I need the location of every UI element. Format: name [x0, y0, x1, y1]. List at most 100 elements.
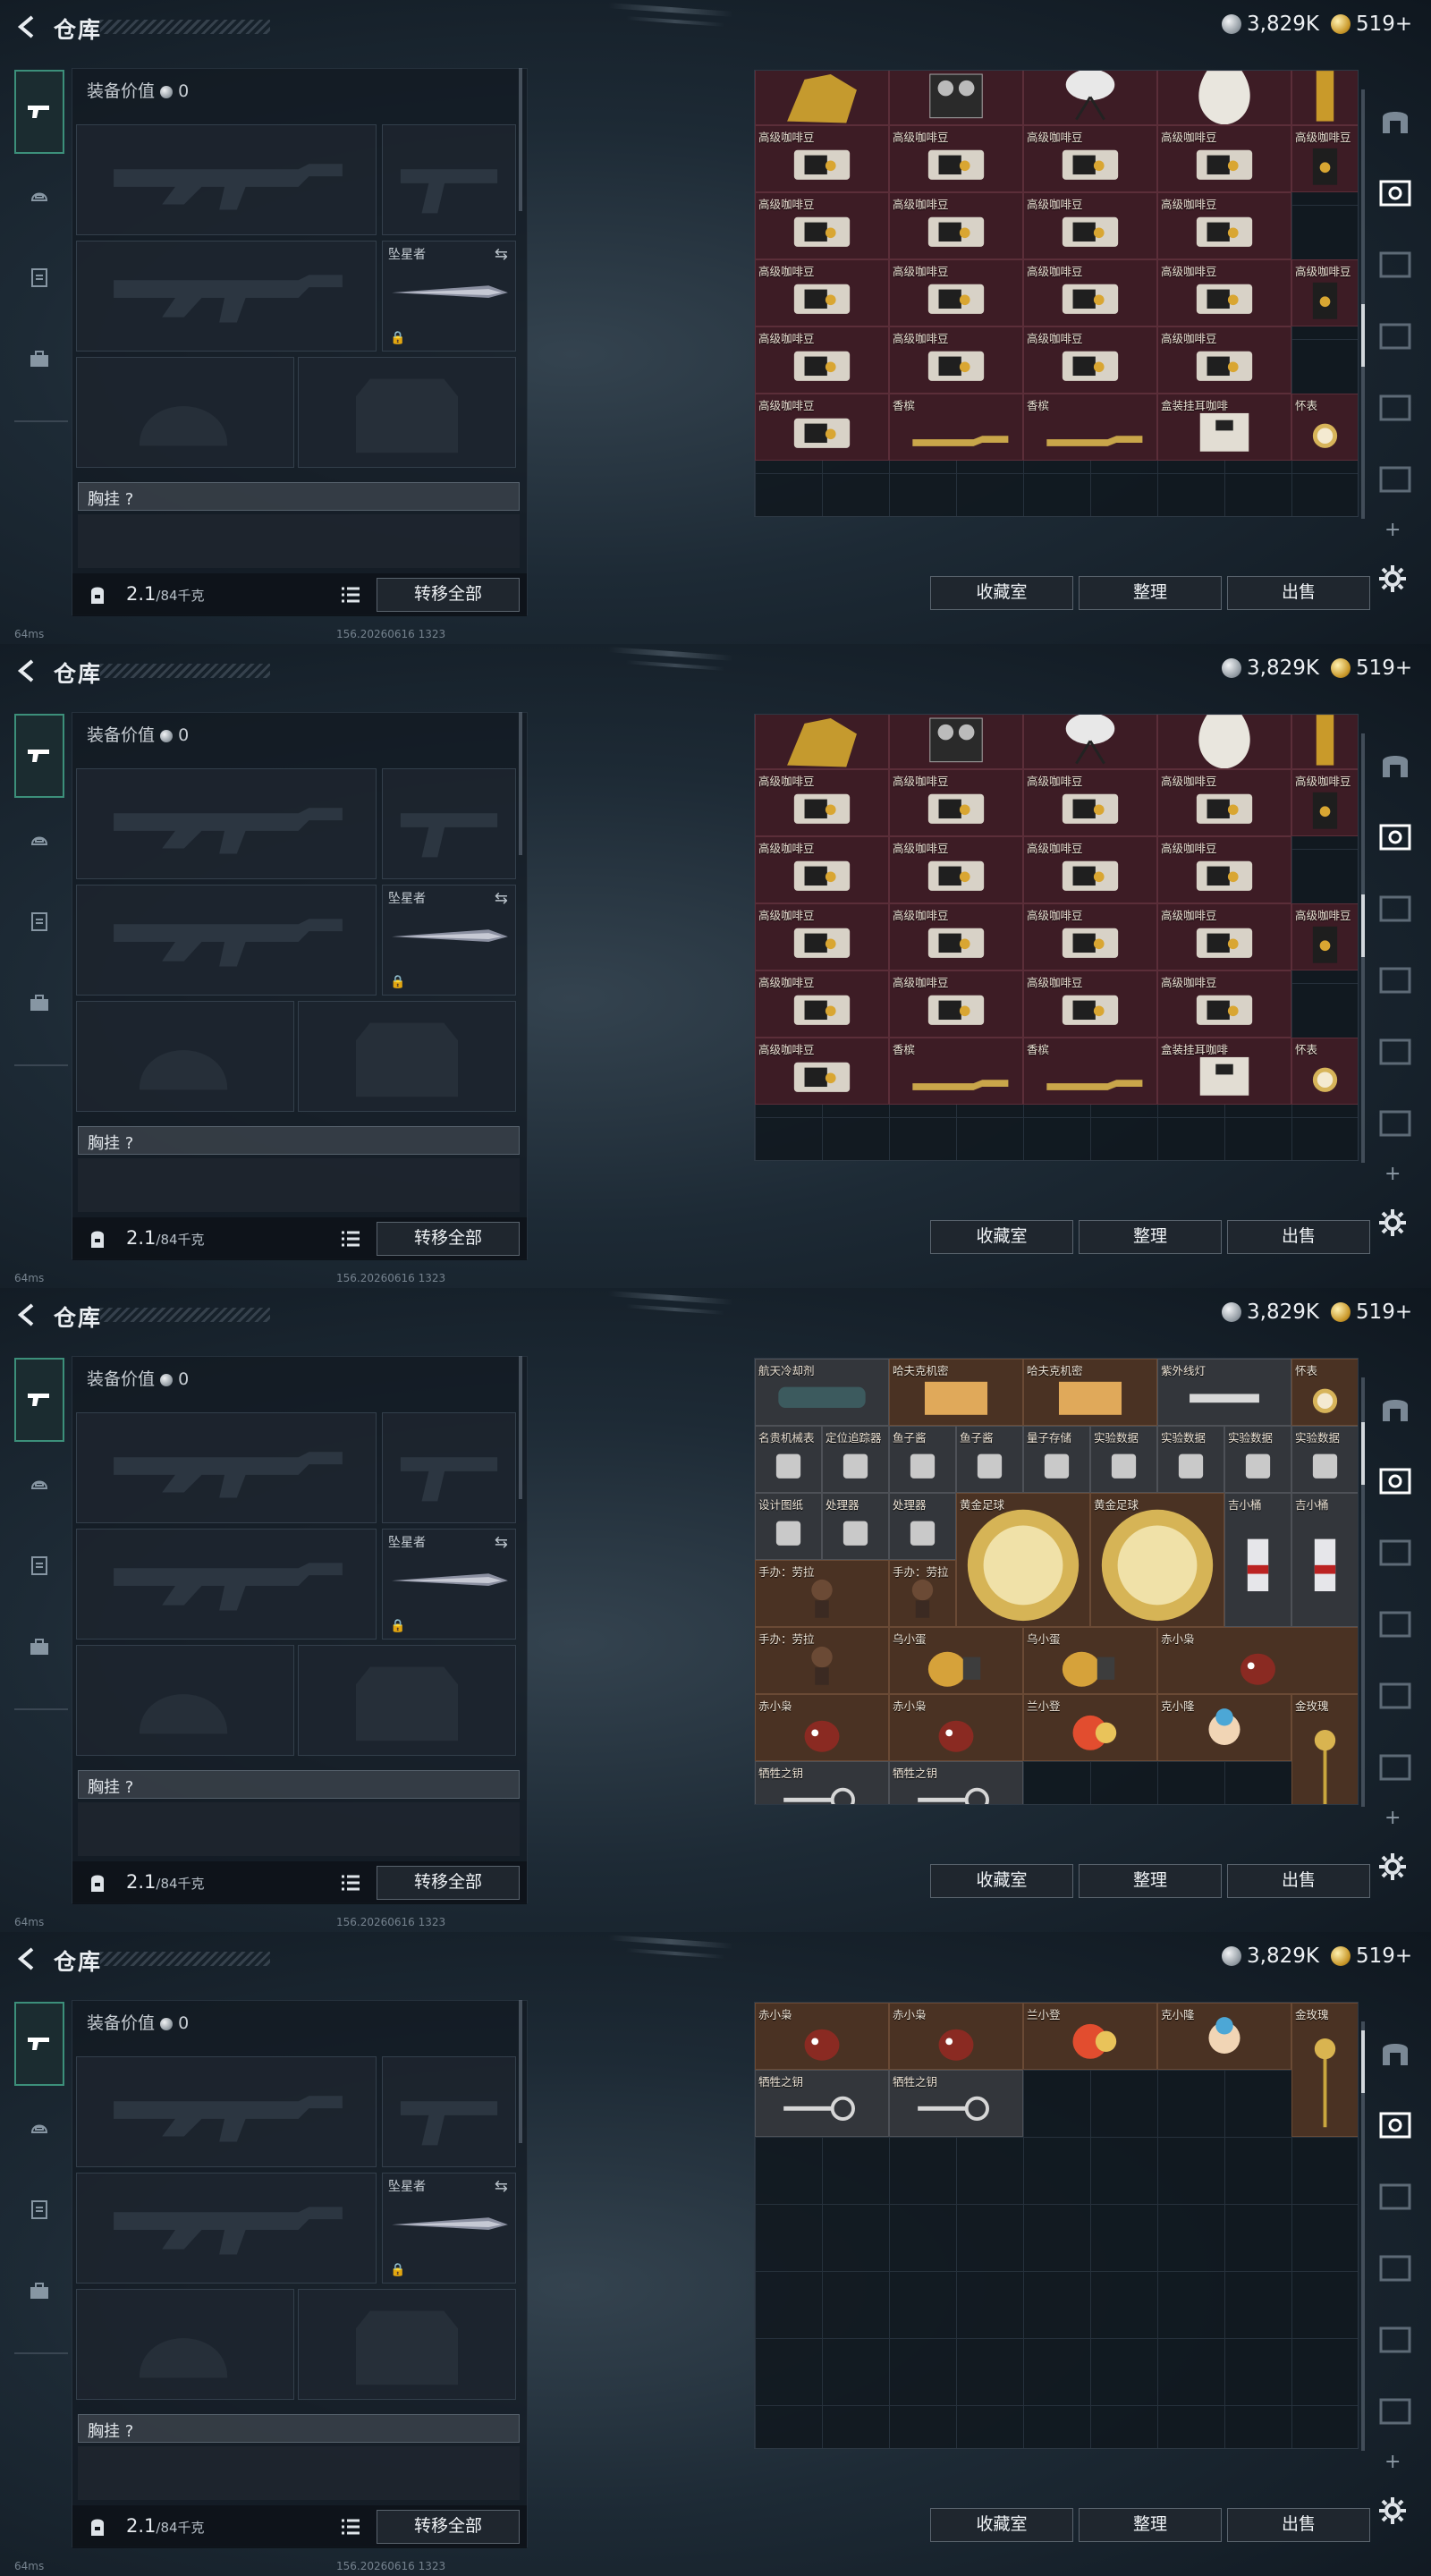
stash-item[interactable]: 紫外线灯	[1157, 1359, 1291, 1426]
armor-slot[interactable]	[298, 2289, 516, 2400]
stash-item[interactable]: 高级咖啡豆	[1023, 326, 1157, 394]
sell-button[interactable]: 出售	[1227, 576, 1370, 610]
stash-item[interactable]: 赤小枭	[755, 2003, 889, 2070]
nav-helmet-tab[interactable]	[14, 154, 64, 236]
pistol-slot[interactable]	[382, 1412, 516, 1523]
gold-currency[interactable]: 519+	[1331, 1945, 1412, 1968]
stash-item[interactable]: 高级咖啡豆	[889, 125, 1023, 192]
stash-item[interactable]: 赤小枭	[1157, 1627, 1358, 1694]
stash-tab-4[interactable]	[1374, 301, 1417, 372]
melee-slot[interactable]: 坠星者 ⇆ 🔒	[382, 1529, 516, 1640]
stash-tab-1[interactable]	[1374, 730, 1417, 801]
stash-tab-3[interactable]	[1374, 1517, 1417, 1589]
silver-currency[interactable]: 3,829K	[1222, 1945, 1319, 1968]
stash-tab-1[interactable]	[1374, 1374, 1417, 1445]
stash-item[interactable]: 黄金足球	[1090, 1493, 1224, 1627]
stash-tab-5[interactable]	[1374, 1660, 1417, 1732]
silver-currency[interactable]: 3,829K	[1222, 13, 1319, 36]
stash-item[interactable]: 克小隆	[1157, 1694, 1291, 1761]
stash-tab-5[interactable]	[1374, 1016, 1417, 1088]
sort-button[interactable]: 整理	[1079, 2508, 1222, 2542]
stash-tab-4[interactable]	[1374, 2233, 1417, 2304]
collection-room-button[interactable]: 收藏室	[930, 2508, 1073, 2542]
stash-item[interactable]: 定位追踪器	[822, 1426, 889, 1493]
primary-weapon-slot[interactable]	[76, 124, 377, 235]
helmet-slot[interactable]	[76, 357, 294, 468]
stash-item[interactable]: 怀表	[1291, 1359, 1358, 1426]
pistol-slot[interactable]	[382, 768, 516, 879]
stash-item[interactable]: 鱼子酱	[956, 1426, 1023, 1493]
stash-item[interactable]: 哈夫克机密	[889, 1359, 1023, 1426]
equipment-scrollbar[interactable]	[519, 1356, 522, 1499]
stash-item[interactable]: 高级咖啡豆	[755, 970, 889, 1038]
stash-item[interactable]: 高级咖啡豆	[1157, 769, 1291, 836]
stash-item[interactable]: 高级咖啡豆	[755, 836, 889, 903]
stash-item[interactable]: 哈夫克机密	[1023, 1359, 1157, 1426]
chest-rig-help[interactable]: ?	[125, 1778, 134, 1797]
chest-rig-slot[interactable]: 胸挂 ?	[78, 1126, 520, 1155]
stash-item[interactable]: 克小隆	[1157, 2003, 1291, 2070]
melee-slot[interactable]: 坠星者 ⇆ 🔒	[382, 241, 516, 352]
stash-item[interactable]: 高级咖啡豆	[1023, 769, 1157, 836]
silver-currency[interactable]: 3,829K	[1222, 1301, 1319, 1324]
gold-currency[interactable]: 519+	[1331, 1301, 1412, 1324]
sort-button[interactable]: 整理	[1079, 576, 1222, 610]
stash-item[interactable]: 黄金足球	[956, 1493, 1090, 1627]
primary-weapon-slot[interactable]	[76, 1412, 377, 1523]
gold-currency[interactable]: 519+	[1331, 657, 1412, 680]
sell-button[interactable]: 出售	[1227, 2508, 1370, 2542]
nav-briefcase-tab[interactable]	[14, 1606, 64, 1689]
nav-gun-tab[interactable]	[14, 70, 64, 154]
nav-helmet-tab[interactable]	[14, 1442, 64, 1524]
stash-item[interactable]: 高级咖啡豆	[1291, 769, 1358, 836]
stash-item[interactable]: 高级咖啡豆	[1023, 192, 1157, 259]
stash-item[interactable]	[755, 715, 889, 769]
stash-item[interactable]: 乌小蛋	[1023, 1627, 1157, 1694]
nav-helmet-tab[interactable]	[14, 2086, 64, 2168]
stash-item[interactable]: 赤小枭	[889, 2003, 1023, 2070]
stash-item[interactable]: 高级咖啡豆	[889, 769, 1023, 836]
equipment-scrollbar[interactable]	[519, 712, 522, 855]
stash-item[interactable]: 牺牲之钥	[889, 2070, 1023, 2137]
stash-item[interactable]: 处理器	[822, 1493, 889, 1560]
stash-tab-2[interactable]	[1374, 1445, 1417, 1517]
stash-item[interactable]: 高级咖啡豆	[755, 259, 889, 326]
stash-item[interactable]: 高级咖啡豆	[755, 394, 889, 461]
stash-scroll-thumb[interactable]	[1361, 894, 1365, 957]
list-icon[interactable]	[341, 1874, 360, 1892]
transfer-all-button[interactable]: 转移全部	[377, 2510, 520, 2544]
stash-item[interactable]: 高级咖啡豆	[889, 326, 1023, 394]
stash-item[interactable]: 高级咖啡豆	[1157, 970, 1291, 1038]
stash-item[interactable]: 高级咖啡豆	[1291, 903, 1358, 970]
stash-tab-5[interactable]	[1374, 372, 1417, 444]
stash-item[interactable]	[1291, 715, 1358, 769]
stash-item[interactable]: 量子存储	[1023, 1426, 1090, 1493]
list-icon[interactable]	[341, 586, 360, 604]
back-arrow-icon[interactable]	[13, 1945, 41, 1973]
stash-item[interactable]: 实验数据	[1224, 1426, 1291, 1493]
stash-item[interactable]: 手办：劳拉	[889, 1560, 956, 1627]
secondary-weapon-slot[interactable]	[76, 1529, 377, 1640]
stash-item[interactable]: 高级咖啡豆	[1157, 836, 1291, 903]
stash-item[interactable]: 高级咖啡豆	[755, 903, 889, 970]
stash-scroll-thumb[interactable]	[1361, 2030, 1365, 2093]
nav-briefcase-tab[interactable]	[14, 318, 64, 401]
sell-button[interactable]: 出售	[1227, 1864, 1370, 1898]
stash-item[interactable]: 名贵机械表	[755, 1426, 822, 1493]
collection-room-button[interactable]: 收藏室	[930, 1220, 1073, 1254]
nav-clipboard-tab[interactable]	[14, 236, 64, 318]
chest-rig-slot[interactable]: 胸挂 ?	[78, 2414, 520, 2443]
stash-item[interactable]: 兰小登	[1023, 1694, 1157, 1761]
stash-tab-6[interactable]	[1374, 1088, 1417, 1159]
armor-slot[interactable]	[298, 357, 516, 468]
stash-tab-4[interactable]	[1374, 945, 1417, 1016]
equipment-scrollbar[interactable]	[519, 2000, 522, 2143]
stash-scroll-thumb[interactable]	[1361, 304, 1365, 367]
nav-clipboard-tab[interactable]	[14, 1524, 64, 1606]
nav-clipboard-tab[interactable]	[14, 880, 64, 962]
stash-item[interactable]: 香槟	[889, 394, 1023, 461]
stash-item[interactable]	[889, 71, 1023, 125]
stash-item[interactable]: 高级咖啡豆	[1291, 125, 1358, 192]
sort-button[interactable]: 整理	[1079, 1864, 1222, 1898]
chest-rig-help[interactable]: ?	[125, 2422, 134, 2441]
